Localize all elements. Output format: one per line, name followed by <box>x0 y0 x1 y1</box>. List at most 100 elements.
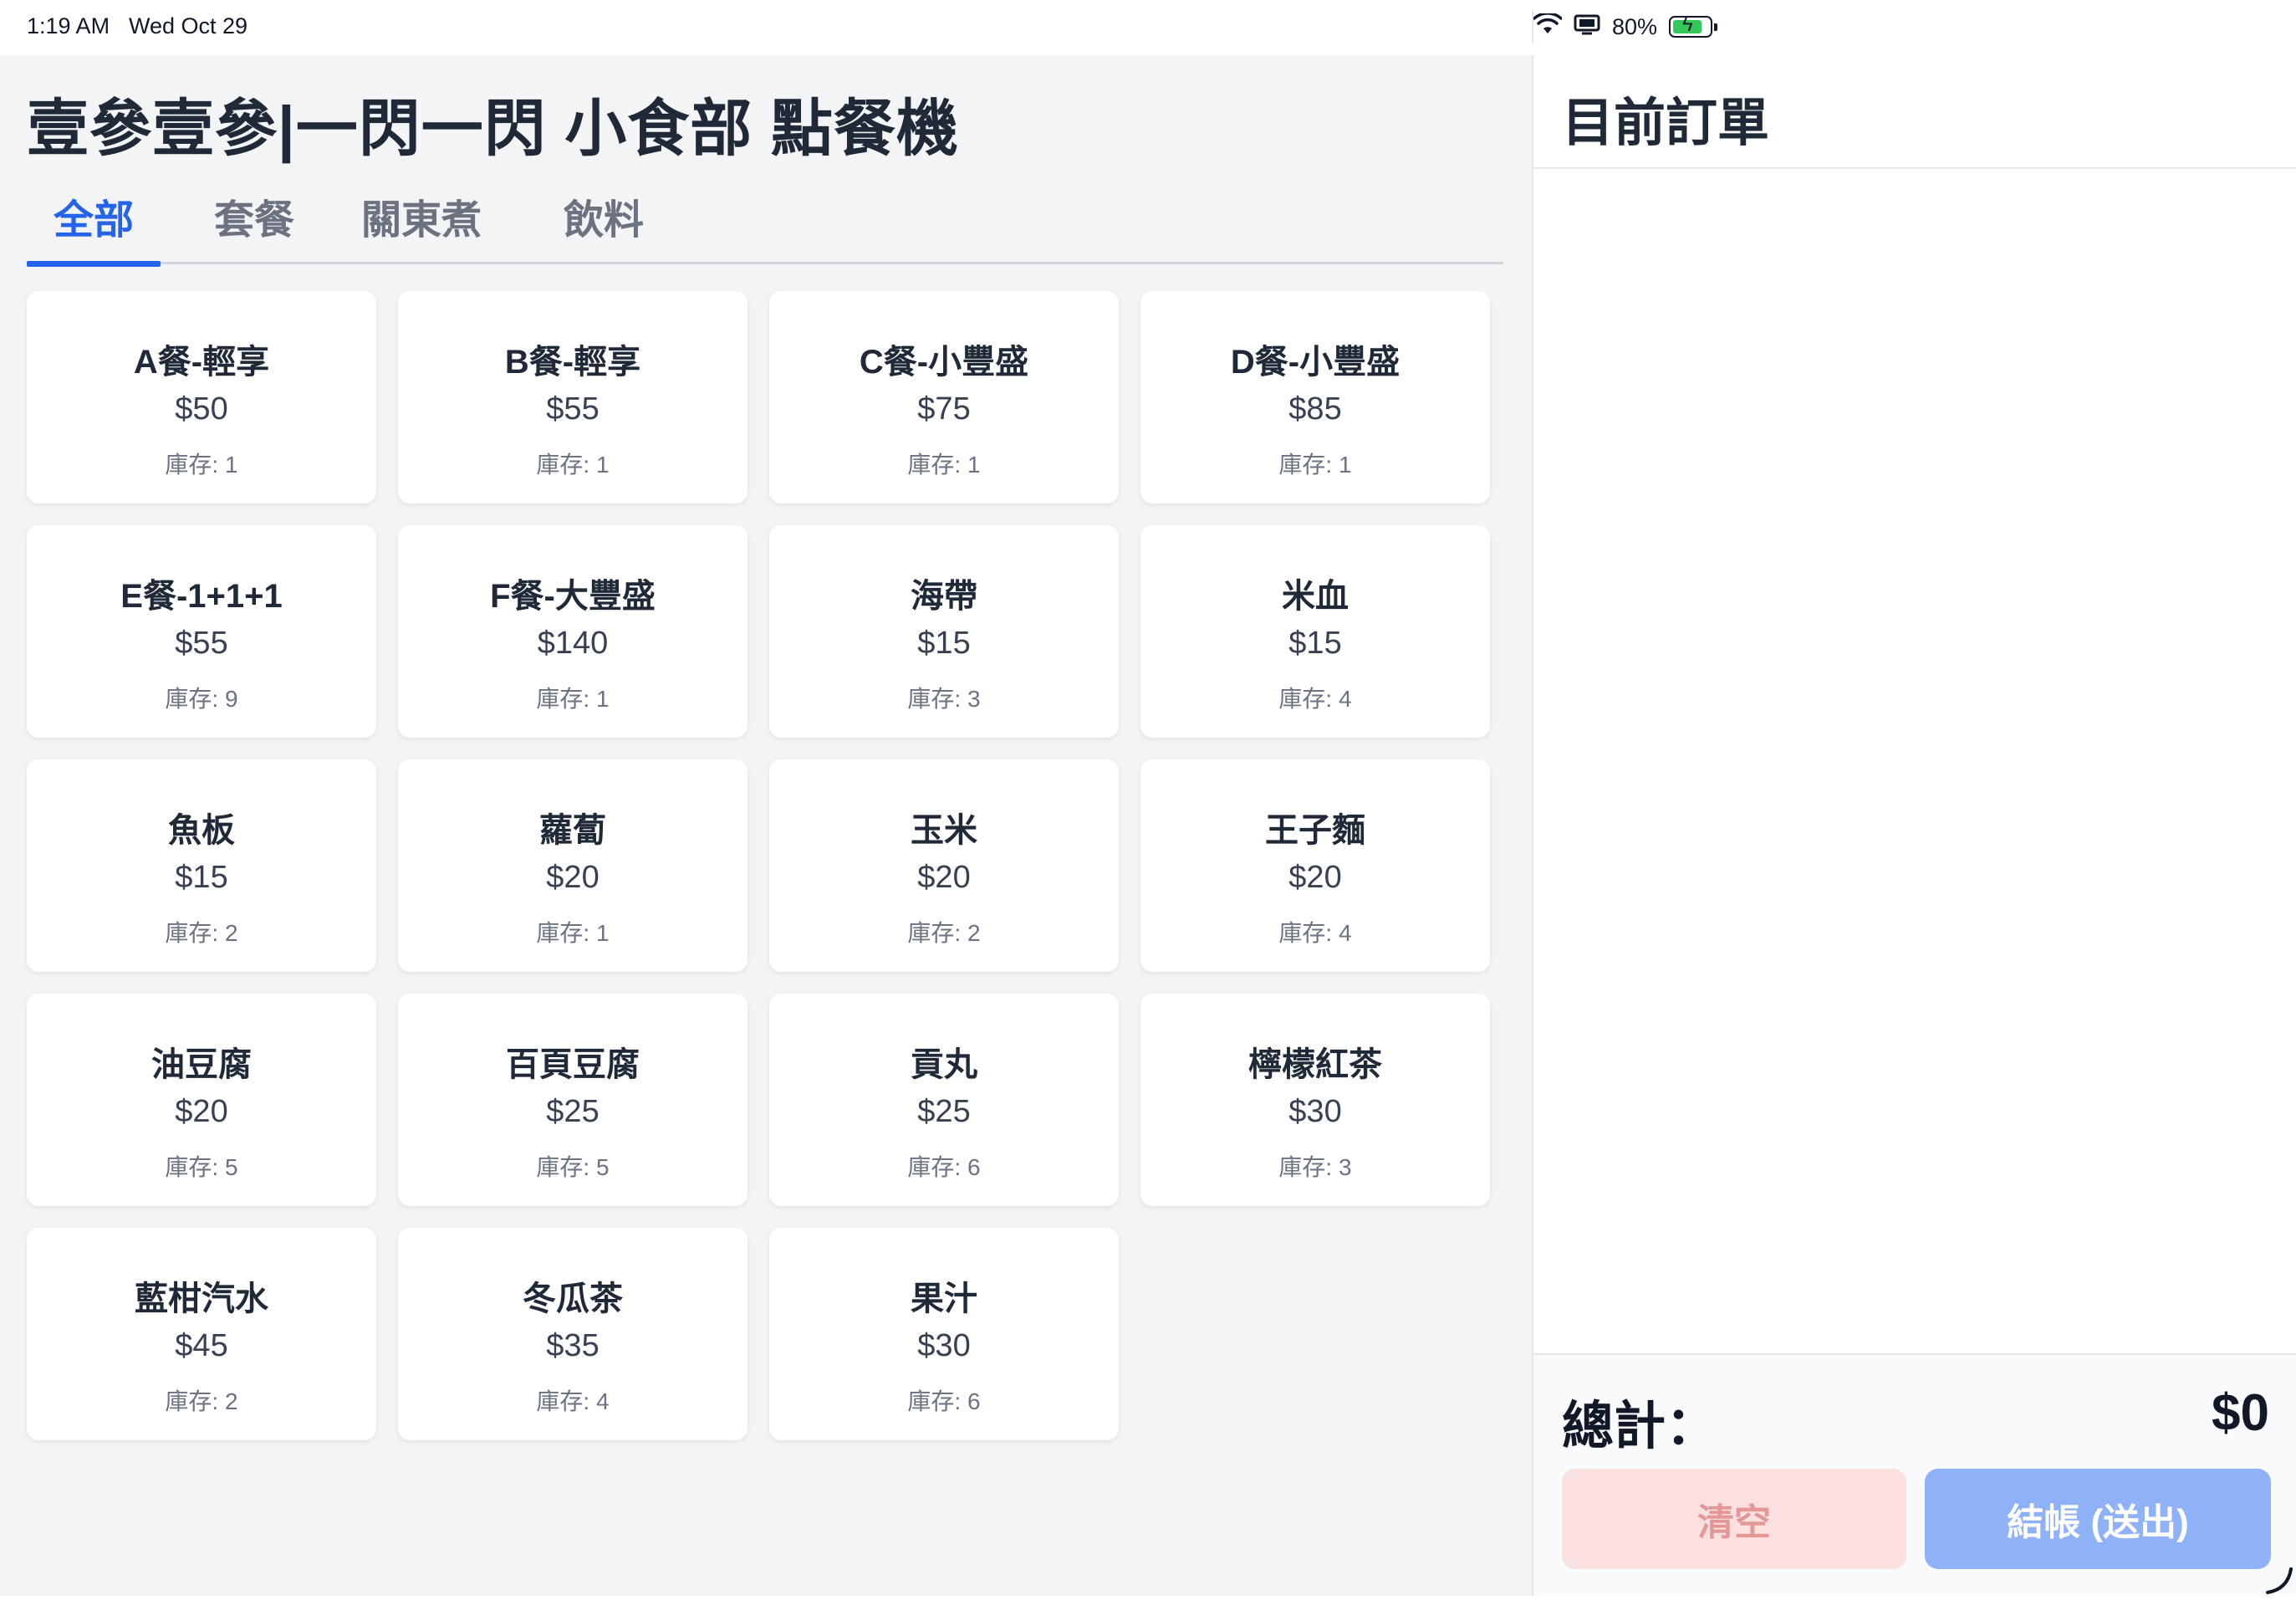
menu-item-card[interactable]: 果汁 $30 庫存: 6 <box>769 1228 1119 1440</box>
menu-item-name: 貢丸 <box>911 1046 977 1083</box>
tab-oden[interactable]: 關東煮 <box>355 184 488 264</box>
menu-item-price: $20 <box>917 860 971 895</box>
menu-item-price: $75 <box>917 391 971 427</box>
status-time: 1:19 AM <box>27 13 110 38</box>
menu-item-name: E餐-1+1+1 <box>120 578 283 615</box>
menu-item-card[interactable]: 油豆腐 $20 庫存: 5 <box>27 994 376 1206</box>
menu-item-stock: 庫存: 1 <box>536 920 610 946</box>
menu-item-price: $35 <box>546 1328 600 1363</box>
menu-item-name: F餐-大豐盛 <box>490 578 656 615</box>
menu-item-name: 米血 <box>1282 578 1349 615</box>
menu-item-card[interactable]: A餐-輕享 $50 庫存: 1 <box>27 291 376 504</box>
menu-item-name: D餐-小豐盛 <box>1230 344 1401 381</box>
menu-item-card[interactable]: 冬瓜茶 $35 庫存: 4 <box>398 1228 747 1440</box>
menu-item-name: 玉米 <box>911 812 977 849</box>
menu-item-stock: 庫存: 4 <box>1278 920 1352 946</box>
menu-item-stock: 庫存: 3 <box>907 686 981 712</box>
status-icons: 80% ϟ <box>1532 10 2296 43</box>
menu-item-stock: 庫存: 9 <box>165 686 238 712</box>
menu-item-price: $50 <box>175 391 228 427</box>
menu-item-price: $20 <box>175 1094 228 1129</box>
menu-item-name: 百頁豆腐 <box>506 1046 640 1083</box>
menu-item-stock: 庫存: 1 <box>1278 452 1352 478</box>
total-value: $0 <box>2212 1384 2269 1442</box>
menu-item-price: $20 <box>546 860 600 895</box>
menu-item-price: $30 <box>1288 1094 1342 1129</box>
menu-item-stock: 庫存: 1 <box>536 452 610 478</box>
menu-item-name: B餐-輕享 <box>504 344 641 381</box>
status-date: Wed Oct 29 <box>129 13 248 38</box>
battery-percent: 80% <box>1612 13 1658 39</box>
menu-item-price: $25 <box>546 1094 600 1129</box>
order-footer: 總計： $0 清空 結帳 (送出) <box>1533 1353 2296 1596</box>
tab-all[interactable]: 全部 <box>27 184 161 267</box>
menu-item-name: 油豆腐 <box>151 1046 252 1083</box>
menu-item-name: 果汁 <box>911 1281 977 1317</box>
resize-corner-icon <box>2263 1562 2296 1596</box>
menu-item-stock: 庫存: 3 <box>1278 1154 1352 1180</box>
menu-item-stock: 庫存: 1 <box>165 452 238 478</box>
tab-combo[interactable]: 套餐 <box>187 184 321 264</box>
order-title: 目前訂單 <box>1562 95 1770 152</box>
menu-item-card[interactable]: 百頁豆腐 $25 庫存: 5 <box>398 994 747 1206</box>
menu-item-name: C餐-小豐盛 <box>859 344 1029 381</box>
menu-item-card[interactable]: 蘿蔔 $20 庫存: 1 <box>398 759 747 972</box>
menu-item-card[interactable]: 檸檬紅茶 $30 庫存: 3 <box>1140 994 1490 1206</box>
menu-item-card[interactable]: 魚板 $15 庫存: 2 <box>27 759 376 972</box>
menu-item-card[interactable]: C餐-小豐盛 $75 庫存: 1 <box>769 291 1119 504</box>
menu-item-name: 冬瓜茶 <box>523 1281 623 1317</box>
menu-item-stock: 庫存: 6 <box>907 1154 981 1180</box>
tab-drinks[interactable]: 飲料 <box>537 184 671 264</box>
menu-item-price: $45 <box>175 1328 228 1363</box>
menu-item-name: 蘿蔔 <box>539 812 606 849</box>
battery-charging-icon: ϟ <box>1669 15 1718 38</box>
total-label: 總計： <box>1562 1398 1718 1455</box>
menu-item-stock: 庫存: 6 <box>907 1388 981 1414</box>
menu-item-card[interactable]: F餐-大豐盛 $140 庫存: 1 <box>398 525 747 738</box>
menu-item-card[interactable]: E餐-1+1+1 $55 庫存: 9 <box>27 525 376 738</box>
menu-item-card[interactable]: 米血 $15 庫存: 4 <box>1140 525 1490 738</box>
menu-grid: A餐-輕享 $50 庫存: 1 B餐-輕享 $55 庫存: 1 C餐-小豐盛 $75 庫存: 1… <box>27 291 1492 1440</box>
wifi-icon <box>1533 11 1563 41</box>
menu-item-stock: 庫存: 5 <box>536 1154 610 1180</box>
page-title: 壹參壹參|一閃一閃 小食部 點餐機 <box>27 94 959 163</box>
clear-button[interactable]: 清空 <box>1562 1469 1906 1569</box>
menu-item-price: $15 <box>175 860 228 895</box>
menu-item-price: $15 <box>1288 626 1342 661</box>
menu-item-name: A餐-輕享 <box>133 344 270 381</box>
menu-item-card[interactable]: 海帶 $15 庫存: 3 <box>769 525 1119 738</box>
menu-item-stock: 庫存: 4 <box>1278 686 1352 712</box>
menu-item-stock: 庫存: 1 <box>907 452 981 478</box>
menu-item-name: 藍柑汽水 <box>135 1281 268 1317</box>
menu-item-stock: 庫存: 2 <box>907 920 981 946</box>
menu-item-price: $140 <box>537 626 609 661</box>
menu-item-price: $20 <box>1288 860 1342 895</box>
menu-item-card[interactable]: B餐-輕享 $55 庫存: 1 <box>398 291 747 504</box>
screen-mirroring-icon <box>1574 13 1600 41</box>
menu-item-card[interactable]: 貢丸 $25 庫存: 6 <box>769 994 1119 1206</box>
menu-item-name: 海帶 <box>911 578 977 615</box>
menu-item-price: $15 <box>917 626 971 661</box>
category-tabs: 全部 套餐 關東煮 飲料 <box>27 184 1503 267</box>
status-bar: 1:19 AM Wed Oct 29 80% ϟ <box>0 0 2296 55</box>
menu-item-price: $30 <box>917 1328 971 1363</box>
menu-item-name: 檸檬紅茶 <box>1248 1046 1382 1083</box>
menu-panel: 壹參壹參|一閃一閃 小食部 點餐機 全部 套餐 關東煮 飲料 A餐-輕享 $50 庫… <box>0 55 1532 1596</box>
menu-item-name: 魚板 <box>168 812 235 849</box>
checkout-button[interactable]: 結帳 (送出) <box>1925 1469 2271 1569</box>
menu-item-price: $55 <box>546 391 600 427</box>
order-panel: 目前訂單 總計： $0 清空 結帳 (送出) <box>1532 55 2296 1596</box>
order-list <box>1533 169 2296 1407</box>
menu-item-stock: 庫存: 1 <box>536 686 610 712</box>
menu-item-price: $55 <box>175 626 228 661</box>
menu-item-card[interactable]: 藍柑汽水 $45 庫存: 2 <box>27 1228 376 1440</box>
menu-item-card[interactable]: 玉米 $20 庫存: 2 <box>769 759 1119 972</box>
menu-item-stock: 庫存: 5 <box>165 1154 238 1180</box>
menu-item-card[interactable]: 王子麵 $20 庫存: 4 <box>1140 759 1490 972</box>
menu-item-stock: 庫存: 2 <box>165 1388 238 1414</box>
menu-item-name: 王子麵 <box>1265 812 1365 849</box>
menu-item-stock: 庫存: 4 <box>536 1388 610 1414</box>
menu-item-price: $25 <box>917 1094 971 1129</box>
menu-item-card[interactable]: D餐-小豐盛 $85 庫存: 1 <box>1140 291 1490 504</box>
menu-item-stock: 庫存: 2 <box>165 920 238 946</box>
